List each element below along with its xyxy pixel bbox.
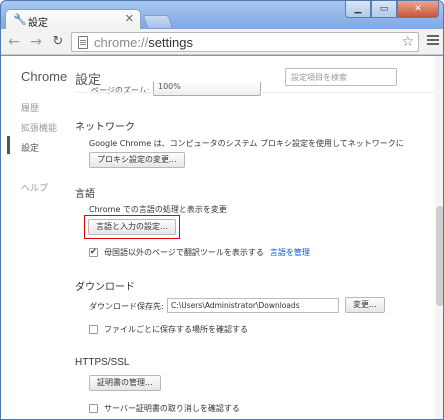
menu-icon[interactable]: [427, 35, 439, 47]
network-heading: ネットワーク: [75, 122, 135, 133]
translate-label: 母国語以外のページで翻訳ツールを表示する: [104, 247, 264, 257]
tab-settings[interactable]: 🔧 設定 ✕: [5, 9, 141, 31]
download-location-label: ダウンロード保存先:: [89, 302, 164, 311]
revocation-label: サーバー証明書の取り消しを確認する: [104, 403, 240, 413]
scrollbar-thumb[interactable]: [436, 206, 443, 306]
title-bar: 🔧 設定 ✕ ▁ ▭ ✕: [1, 1, 443, 31]
downloads-heading: ダウンロード: [75, 282, 135, 293]
sidebar-item-history[interactable]: 履歴: [21, 101, 39, 114]
bookmark-star-icon[interactable]: ☆: [401, 34, 414, 50]
sidebar-item-extensions[interactable]: 拡張機能: [21, 121, 57, 134]
sidebar-item-help[interactable]: ヘルプ: [21, 181, 48, 194]
tab-title: 設定: [28, 18, 48, 29]
change-location-button[interactable]: 変更...: [345, 297, 385, 313]
zoom-select[interactable]: 100%: [153, 82, 261, 96]
tab-close-icon[interactable]: ✕: [125, 13, 134, 25]
translate-checkbox[interactable]: [89, 247, 98, 257]
active-indicator: [7, 136, 10, 154]
download-location-field[interactable]: C:\Users\Administrator\Downloads: [167, 298, 339, 313]
url-text: chrome://settings: [94, 35, 193, 50]
https-heading: HTTPS/SSL: [75, 357, 130, 368]
window-controls: ▁ ▭ ✕: [345, 1, 439, 19]
address-bar[interactable]: chrome://settings ☆: [71, 32, 419, 52]
page-icon: [78, 36, 88, 49]
revocation-option[interactable]: サーバー証明書の取り消しを確認する: [89, 402, 240, 414]
ask-location-checkbox[interactable]: [89, 324, 98, 334]
back-button[interactable]: ←: [5, 33, 23, 51]
close-window-button[interactable]: ✕: [397, 1, 439, 18]
header-divider: [75, 92, 437, 93]
reload-button[interactable]: ↻: [49, 33, 67, 51]
search-input[interactable]: 設定項目を検索: [285, 68, 397, 86]
ask-location-option[interactable]: ファイルごとに保存する場所を確認する: [89, 323, 248, 335]
forward-button[interactable]: →: [27, 33, 45, 51]
wrench-icon: 🔧: [13, 13, 27, 26]
minimize-button[interactable]: ▁: [345, 1, 371, 18]
settings-main: ページのズーム: 100% 設定 設定項目を検索 ネットワーク Google C…: [75, 56, 437, 419]
maximize-button[interactable]: ▭: [371, 1, 397, 18]
settings-page: Chrome 履歴 拡張機能 設定 ヘルプ ページのズーム: 100% 設定 設…: [1, 56, 443, 419]
new-tab-button[interactable]: [142, 15, 174, 29]
language-heading: 言語: [75, 189, 95, 200]
sidebar: Chrome 履歴 拡張機能 設定 ヘルプ: [1, 56, 68, 419]
sidebar-item-settings[interactable]: 設定: [21, 141, 39, 154]
manage-languages-link[interactable]: 言語を管理: [270, 247, 310, 258]
scrollbar[interactable]: [435, 56, 443, 419]
page-title: 設定: [75, 72, 102, 87]
revocation-checkbox[interactable]: [89, 403, 98, 413]
proxy-settings-button[interactable]: プロキシ設定の変更...: [89, 152, 185, 168]
browser-window: 🔧 設定 ✕ ▁ ▭ ✕ ← → ↻ chrome://settings ☆ C…: [0, 0, 444, 420]
ask-location-label: ファイルごとに保存する場所を確認する: [104, 324, 248, 334]
toolbar: ← → ↻ chrome://settings ☆: [1, 29, 443, 55]
language-description: Chrome での言語の処理と表示を変更: [89, 205, 227, 214]
language-input-settings-button[interactable]: 言語と入力の設定...: [88, 219, 176, 235]
translate-option[interactable]: 母国語以外のページで翻訳ツールを表示する 言語を管理: [89, 246, 310, 258]
network-description: Google Chrome は、コンピュータのシステム プロキシ設定を使用してネ…: [89, 139, 404, 148]
manage-certificates-button[interactable]: 証明書の管理...: [89, 375, 161, 391]
sidebar-brand: Chrome: [21, 69, 68, 84]
